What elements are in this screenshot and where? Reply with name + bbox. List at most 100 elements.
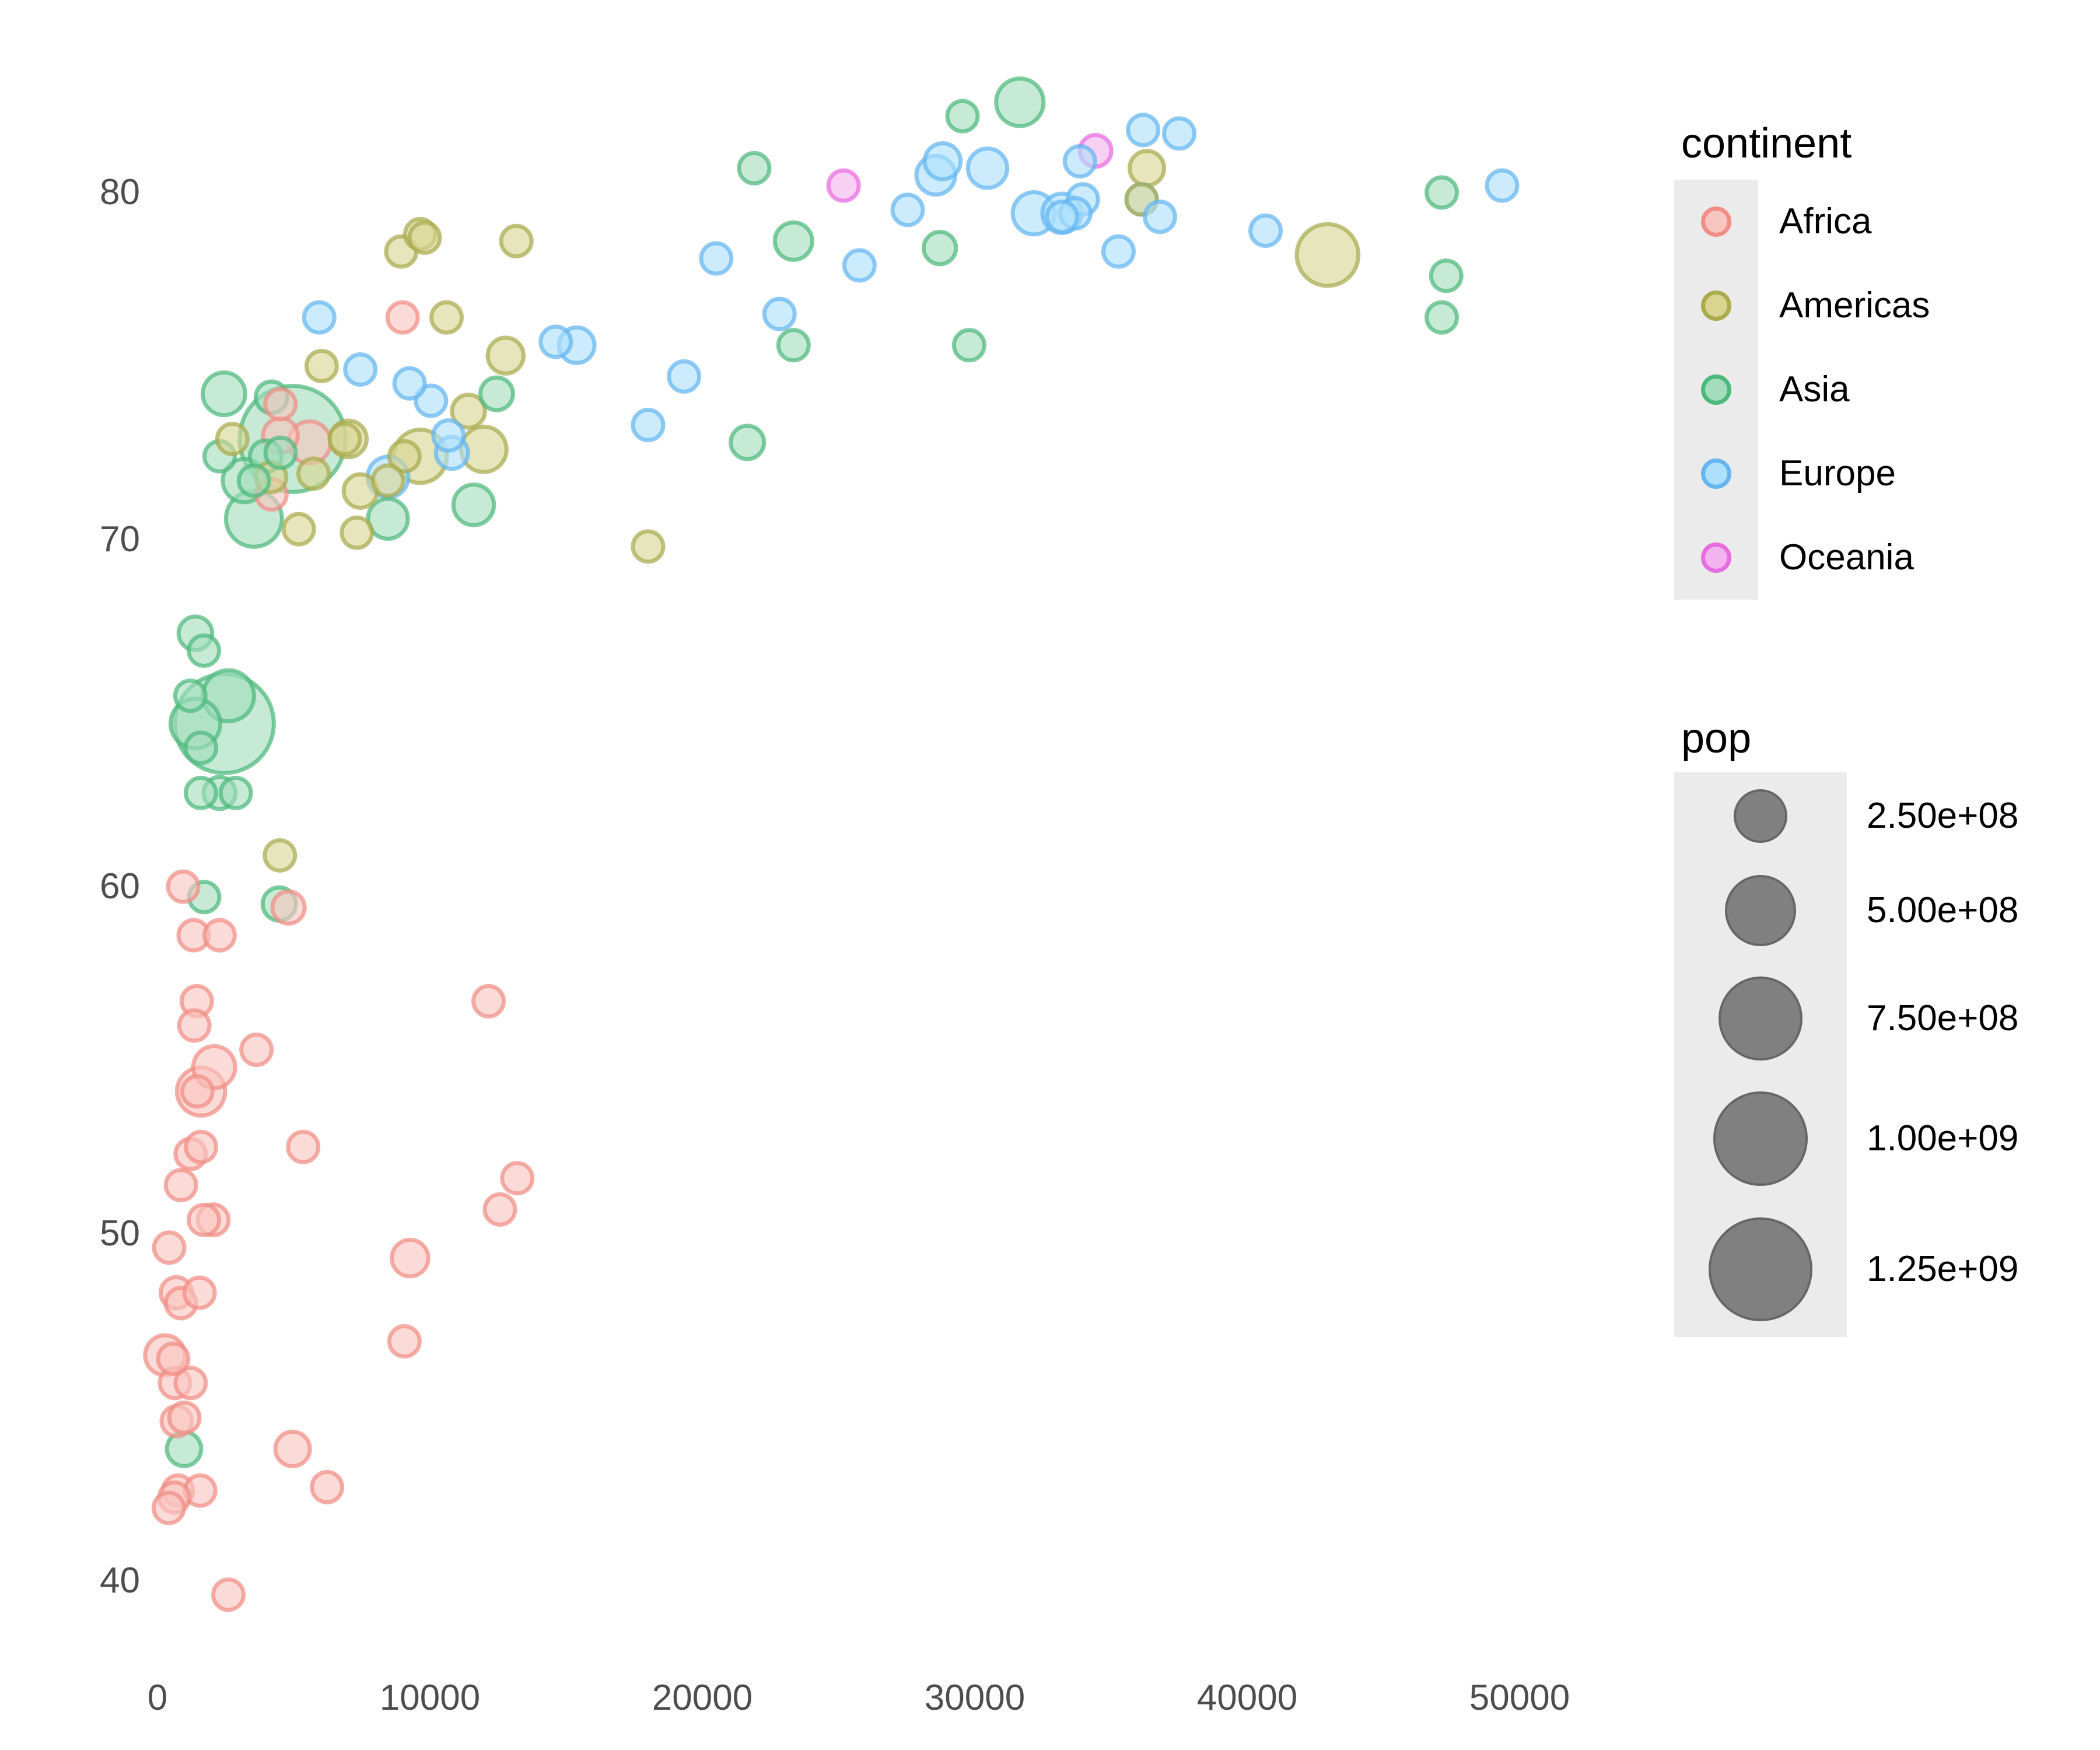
x-axis-tick-label: 30000 xyxy=(924,1678,1026,1718)
bubble-point xyxy=(273,1429,312,1468)
bubble-scatter-layer xyxy=(143,76,1520,1612)
legend-pop-label: 7.50e+08 xyxy=(1867,998,2019,1038)
bubble-point xyxy=(667,359,702,394)
bubble-point xyxy=(173,678,208,713)
bubble-point xyxy=(270,889,307,926)
legend-pop-circle-icon xyxy=(1713,1091,1808,1186)
bubble-point xyxy=(151,1490,186,1525)
legend-dot-icon xyxy=(1701,290,1731,321)
x-axis-tick-label: 10000 xyxy=(379,1678,481,1718)
bubble-point xyxy=(499,223,534,258)
bubble-point xyxy=(385,300,420,335)
bubble-point xyxy=(922,141,963,181)
bubble-point xyxy=(304,349,339,383)
y-axis: 80 70 60 50 40 xyxy=(0,0,140,1750)
bubble-point xyxy=(236,463,271,498)
bubble-point xyxy=(407,220,442,255)
legend-key-swatch xyxy=(1674,348,1758,432)
legend-continent-item-americas[interactable]: Americas xyxy=(1674,264,2094,348)
legend-column: continent Africa Americas Asia Europe Oceani… xyxy=(1651,0,2100,1750)
legend-pop-item-250000000[interactable]: 2.50e+08 xyxy=(1674,772,2094,860)
bubble-point xyxy=(343,352,378,387)
bubble-point xyxy=(286,1129,321,1164)
bubble-point xyxy=(370,463,405,498)
legend-pop-title: pop xyxy=(1681,715,1752,762)
bubble-point xyxy=(177,1008,212,1043)
legend-pop-rows: 2.50e+08 5.00e+08 7.50e+08 1.00e+09 1.25e+09 xyxy=(1674,772,2094,1337)
bubble-point xyxy=(167,1400,202,1435)
chart-root: 80 70 60 50 40 0 10000 20000 30000 40000 50000 co… xyxy=(0,0,2100,1750)
bubble-point xyxy=(187,633,222,668)
bubble-point xyxy=(1101,234,1136,269)
legend-continent-rows: Africa Americas Asia Europe Oceania xyxy=(1674,180,2094,600)
legend-pop-label: 1.25e+09 xyxy=(1867,1249,2019,1289)
legend-pop-item-1250000000[interactable]: 1.25e+09 xyxy=(1674,1202,2094,1337)
y-axis-tick-label: 80 xyxy=(100,172,140,212)
x-axis-tick-label: 50000 xyxy=(1469,1678,1570,1718)
bubble-point xyxy=(296,456,331,491)
bubble-point xyxy=(340,515,374,550)
bubble-point xyxy=(163,1168,198,1203)
legend-continent-item-europe[interactable]: Europe xyxy=(1674,432,2094,516)
legend-pop-circle-icon xyxy=(1709,1217,1812,1321)
bubble-point xyxy=(1424,175,1460,210)
x-axis: 0 10000 20000 30000 40000 50000 xyxy=(0,1680,1651,1744)
legend-pop-item-750000000[interactable]: 7.50e+08 xyxy=(1674,961,2094,1076)
bubble-point xyxy=(310,1469,345,1504)
legend-continent-label: Oceania xyxy=(1779,537,1914,578)
bubble-point xyxy=(1126,113,1161,148)
bubble-point xyxy=(263,435,298,470)
bubble-point xyxy=(631,408,666,443)
bubble-point xyxy=(327,421,362,456)
legend-dot-icon xyxy=(1701,206,1731,237)
y-axis-tick-label: 60 xyxy=(100,866,140,907)
legend-continent-label: Americas xyxy=(1779,285,1930,326)
legend-pop-key-swatch xyxy=(1674,1202,1847,1337)
bubble-point xyxy=(890,192,925,228)
legend-continent: continent Africa Americas Asia Europe Oceani… xyxy=(1674,123,2094,600)
bubble-point xyxy=(182,1275,217,1310)
legend-pop-item-500000000[interactable]: 5.00e+08 xyxy=(1674,860,2094,961)
bubble-point xyxy=(945,99,980,134)
bubble-point xyxy=(215,421,250,456)
bubble-point xyxy=(826,168,861,203)
bubble-point xyxy=(392,366,427,401)
bubble-point xyxy=(183,775,218,810)
bubble-point xyxy=(842,248,877,283)
bubble-point xyxy=(184,1129,219,1164)
bubble-point xyxy=(429,300,464,335)
bubble-point xyxy=(281,512,316,547)
legend-dot-icon xyxy=(1701,459,1731,489)
bubble-point xyxy=(951,328,986,363)
bubble-point xyxy=(482,1192,517,1227)
legend-continent-label: Asia xyxy=(1779,369,1850,410)
bubble-point xyxy=(1424,300,1460,335)
legend-continent-item-oceania[interactable]: Oceania xyxy=(1674,516,2094,600)
legend-continent-item-asia[interactable]: Asia xyxy=(1674,348,2094,432)
legend-continent-label: Europe xyxy=(1779,453,1896,494)
legend-pop-circle-icon xyxy=(1725,875,1796,946)
legend-pop-label: 2.50e+08 xyxy=(1867,796,2019,836)
bubble-point xyxy=(152,1230,187,1265)
legend-pop-item-1000000000[interactable]: 1.00e+09 xyxy=(1674,1076,2094,1202)
bubble-point xyxy=(1429,258,1464,293)
bubble-point xyxy=(921,230,958,267)
bubble-point xyxy=(1162,116,1197,151)
y-axis-tick-label: 70 xyxy=(100,519,140,559)
bubble-point xyxy=(1128,149,1167,188)
legend-continent-item-africa[interactable]: Africa xyxy=(1674,180,2094,264)
bubble-point xyxy=(187,1202,222,1237)
legend-pop-key-swatch xyxy=(1674,1076,1847,1202)
bubble-point xyxy=(390,1237,430,1279)
legend-key-swatch xyxy=(1674,516,1758,600)
bubble-point xyxy=(538,324,573,359)
bubble-point xyxy=(500,1161,535,1196)
legend-key-swatch xyxy=(1674,180,1758,264)
legend-pop-key-swatch xyxy=(1674,860,1847,961)
bubble-point xyxy=(263,387,298,422)
x-axis-tick-label: 40000 xyxy=(1196,1678,1298,1718)
bubble-point xyxy=(218,775,253,810)
legend-continent-label: Africa xyxy=(1779,201,1872,242)
bubble-point xyxy=(471,984,506,1019)
legend-key-swatch xyxy=(1674,432,1758,516)
